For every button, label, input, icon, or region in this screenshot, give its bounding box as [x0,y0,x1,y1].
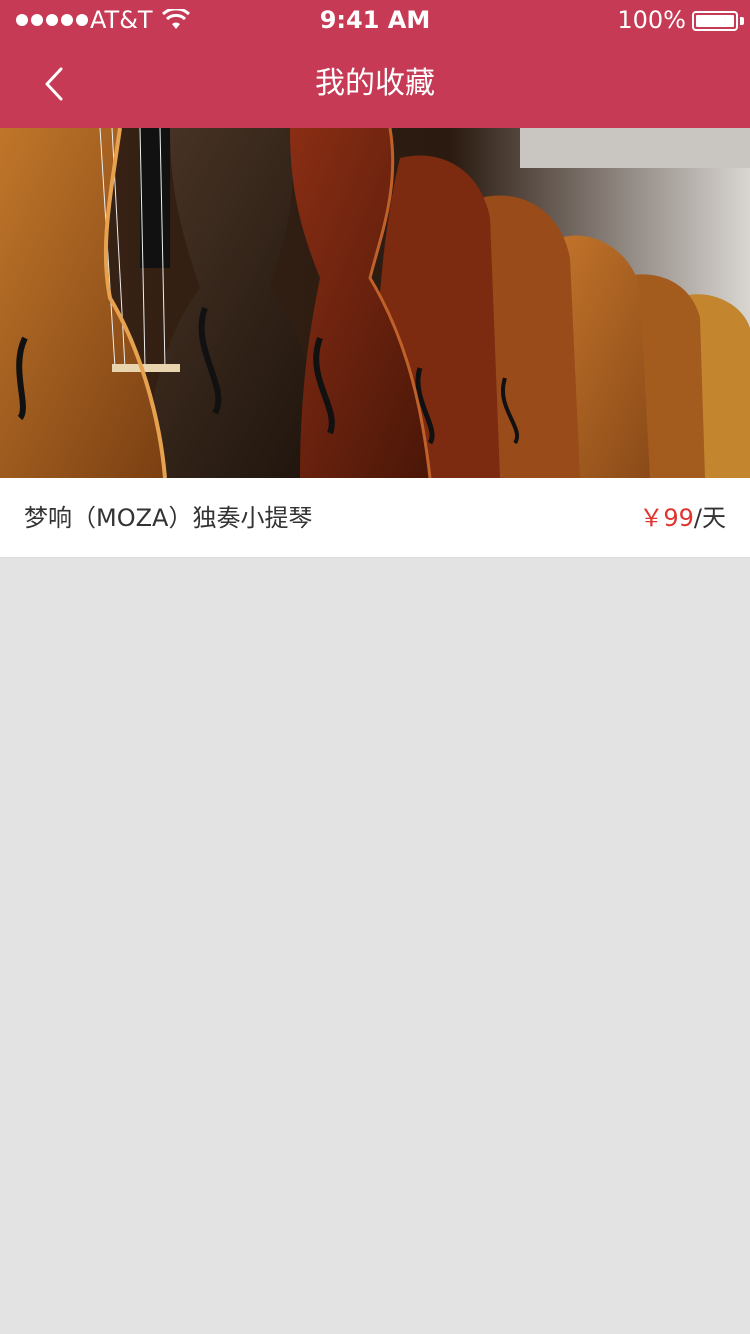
header: AT&T 9:41 AM 100% 我的收藏 [0,0,750,128]
price-unit: /天 [693,504,726,532]
favorite-item-card[interactable]: 梦响（MOZA）独奏小提琴 ￥99/天 [0,128,750,558]
violin-product-image [0,128,750,478]
item-info-row: 梦响（MOZA）独奏小提琴 ￥99/天 [0,478,750,558]
battery-tip [740,17,744,25]
item-price: ￥99/天 [639,478,726,558]
nav-bar: 我的收藏 [0,40,750,128]
status-bar: AT&T 9:41 AM 100% [0,0,750,40]
price-value: ￥99 [639,504,694,532]
page-title: 我的收藏 [315,66,435,101]
battery-icon [692,11,738,31]
battery-percentage: 100% [617,6,686,34]
item-name: 梦响（MOZA）独奏小提琴 [24,504,313,532]
